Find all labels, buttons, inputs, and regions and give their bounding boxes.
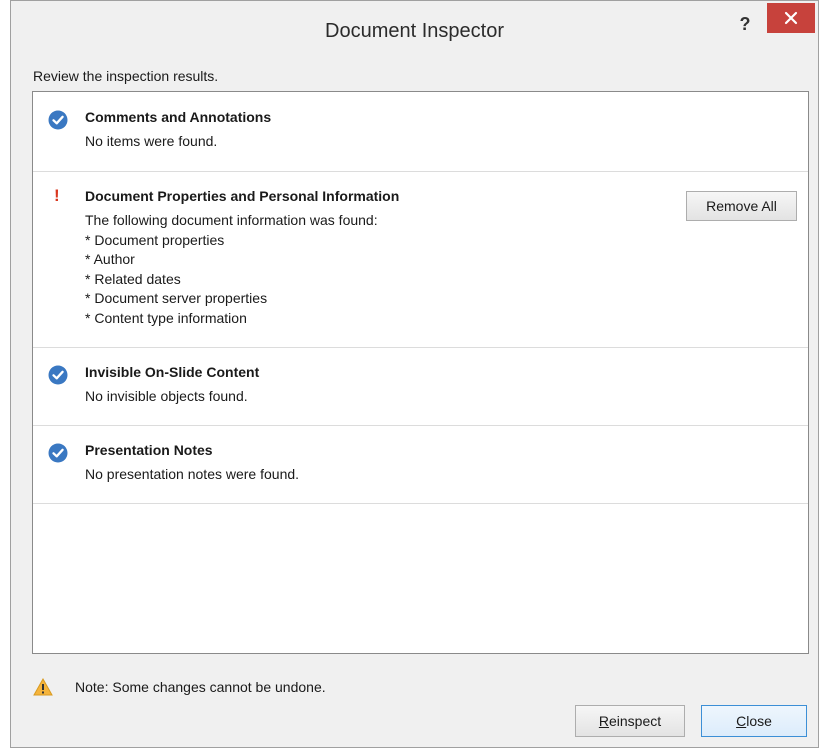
reinspect-label: Reinspect [598,713,662,729]
section-title: Comments and Annotations [85,109,272,125]
section-title: Invisible On-Slide Content [85,364,260,380]
result-section-presentation-notes: Presentation Notes No presentation notes… [33,425,808,504]
close-icon [784,11,798,25]
section-detail-line: * Related dates [85,270,181,287]
result-section-comments: Comments and Annotations No items were f… [33,92,808,172]
check-circle-icon [48,365,68,385]
section-detail-line: No items were found. [85,133,218,149]
result-section-document-properties: ! Document Properties and Personal Infor… [33,171,808,348]
close-button[interactable]: Close [701,705,807,737]
result-section-invisible-content: Invisible On-Slide Content No invisible … [33,347,808,426]
reinspect-button[interactable]: Reinspect [575,705,685,737]
section-detail-line: * Document properties [85,231,225,248]
section-title: Presentation Notes [85,442,213,458]
section-detail-line: No invisible objects found. [85,388,248,404]
section-details: No items were found. [85,132,217,152]
section-title: Document Properties and Personal Informa… [85,188,400,204]
check-circle-icon [48,443,68,463]
section-details: The following document information was f… [85,211,378,329]
section-detail-line: * Author [85,251,135,268]
dialog-title: Document Inspector [325,20,504,42]
warning-triangle-icon [33,678,53,696]
document-inspector-dialog: Document Inspector ? Review the inspecti… [10,0,819,748]
close-label: Close [736,713,772,729]
section-detail-line: * Document server properties [85,290,268,307]
close-window-button[interactable] [767,3,815,33]
section-details: No presentation notes were found. [85,465,299,485]
instruction-text: Review the inspection results. [33,68,219,84]
check-circle-icon [48,110,68,130]
note-text: Note: Some changes cannot be undone. [75,679,326,695]
help-button[interactable]: ? [732,11,758,37]
section-detail-line: * Content type information [85,309,247,326]
warning-exclamation-icon: ! [54,186,60,205]
section-detail-line: No presentation notes were found. [85,466,300,482]
inspection-results-panel: Comments and Annotations No items were f… [32,91,809,654]
title-bar: Document Inspector ? [11,1,818,63]
section-detail-line: The following document information was f… [85,212,378,228]
section-details: No invisible objects found. [85,387,248,407]
note-row: Note: Some changes cannot be undone. [33,675,326,699]
remove-all-button[interactable]: Remove All [686,191,797,221]
